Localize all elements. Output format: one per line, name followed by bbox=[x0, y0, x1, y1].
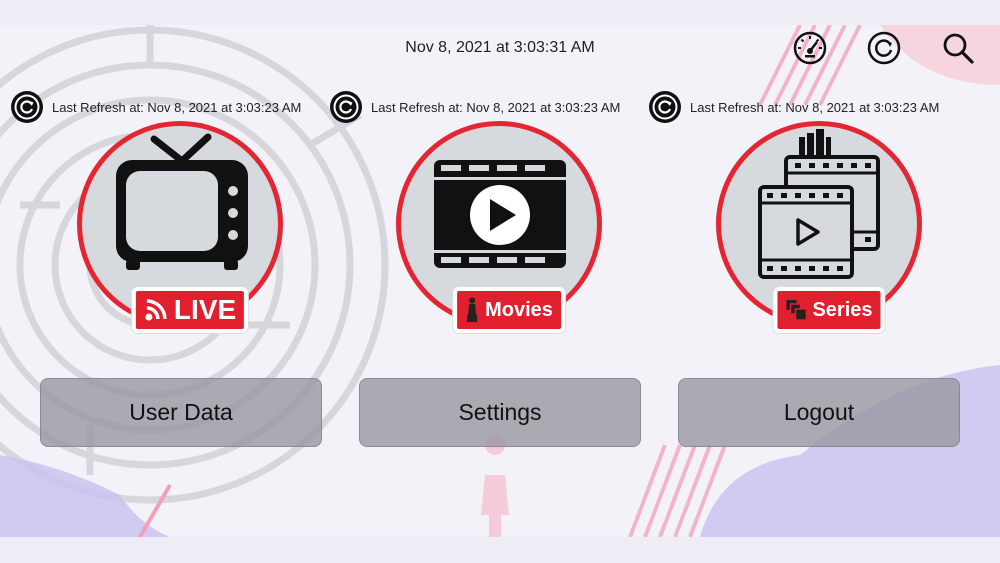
broadcast-icon bbox=[145, 299, 167, 321]
speedometer-icon[interactable] bbox=[792, 30, 828, 66]
live-label-badge: LIVE bbox=[131, 287, 249, 333]
movies-label: Movies bbox=[485, 298, 553, 321]
movies-tile[interactable]: Movies bbox=[389, 115, 629, 345]
current-datetime: Nov 8, 2021 at 3:03:31 AM bbox=[405, 39, 595, 56]
settings-button[interactable]: Settings bbox=[359, 378, 641, 447]
refresh-label: Last Refresh at: Nov 8, 2021 at 3:03:23 … bbox=[52, 99, 302, 115]
refresh-label: Last Refresh at: Nov 8, 2021 at 3:03:23 … bbox=[690, 99, 940, 115]
refresh-icon[interactable] bbox=[10, 90, 44, 124]
home-screen: Nov 8, 2021 at 3:03:31 AM Last Refresh a… bbox=[0, 25, 1000, 537]
logout-button[interactable]: Logout bbox=[678, 378, 960, 447]
refresh-label: Last Refresh at: Nov 8, 2021 at 3:03:23 … bbox=[371, 99, 621, 115]
series-label: Series bbox=[812, 298, 873, 321]
stacked-squares-icon bbox=[786, 300, 808, 321]
oscar-statue-icon bbox=[467, 297, 478, 322]
user-data-button[interactable]: User Data bbox=[40, 378, 322, 447]
movies-label-badge: Movies bbox=[453, 287, 565, 333]
series-tile[interactable]: Series bbox=[709, 115, 949, 345]
live-label: LIVE bbox=[173, 294, 237, 325]
refresh-icon[interactable] bbox=[866, 30, 902, 66]
search-icon[interactable] bbox=[940, 30, 976, 66]
series-label-badge: Series bbox=[773, 287, 885, 333]
refresh-icon[interactable] bbox=[329, 90, 363, 124]
refresh-icon[interactable] bbox=[648, 90, 682, 124]
live-tile[interactable]: LIVE bbox=[70, 115, 310, 345]
